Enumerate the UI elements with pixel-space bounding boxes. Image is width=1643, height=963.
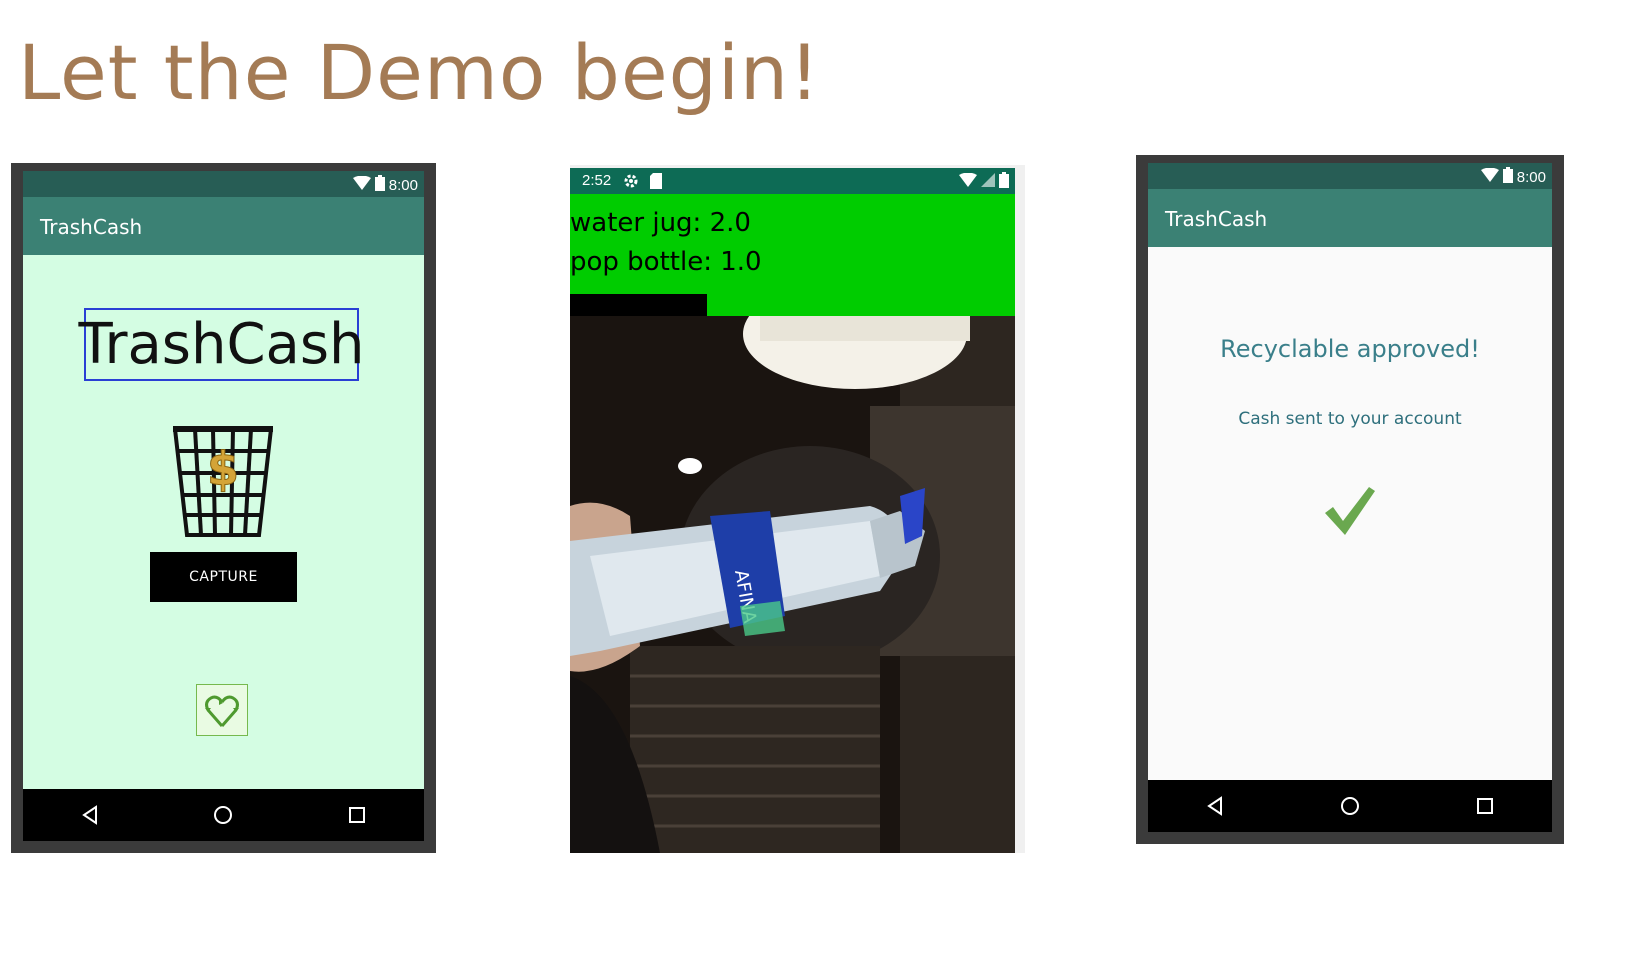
battery-icon	[374, 175, 385, 195]
status-time: 8:00	[1516, 168, 1546, 186]
battery-icon	[1502, 167, 1513, 187]
recents-icon[interactable]	[1465, 786, 1505, 826]
phone-home-screen: 8:00 TrashCash TrashCash $ CAPTURE	[11, 163, 436, 853]
slide-title: Let the Demo begin!	[18, 28, 821, 117]
wifi-icon	[1480, 167, 1499, 186]
approved-message: Recyclable approved!	[1220, 335, 1480, 363]
status-time: 8:00	[388, 176, 418, 194]
back-icon[interactable]	[1195, 786, 1235, 826]
wifi-icon	[959, 172, 977, 191]
back-icon[interactable]	[70, 795, 110, 835]
prediction-overlay	[570, 294, 707, 318]
status-bar: 2:52	[570, 168, 1015, 194]
app-bar: TrashCash	[23, 197, 424, 255]
approval-body: Recyclable approved! Cash sent to your a…	[1148, 247, 1552, 780]
prediction-panel: water jug: 2.0 pop bottle: 1.0	[570, 194, 1015, 318]
brand-title: TrashCash	[78, 308, 365, 381]
settings-icon	[623, 173, 639, 193]
camera-preview: AFINA	[570, 279, 1015, 853]
screen: 8:00 TrashCash Recyclable approved! Cash…	[1148, 163, 1552, 832]
status-bar: 8:00	[23, 171, 424, 197]
home-body: TrashCash $ CAPTURE	[23, 255, 424, 789]
battery-icon	[999, 172, 1009, 192]
home-icon[interactable]	[1330, 786, 1370, 826]
home-icon[interactable]	[203, 795, 243, 835]
nav-bar	[1148, 780, 1552, 832]
app-title: TrashCash	[40, 215, 143, 239]
trash-bin-dollar-icon: $	[172, 423, 274, 538]
checkmark-icon	[1321, 485, 1377, 537]
recycle-heart-icon[interactable]	[196, 684, 248, 736]
status-time: 2:52	[582, 172, 612, 189]
prediction-line: pop bottle: 1.0	[570, 247, 762, 277]
status-bar: 8:00	[1148, 163, 1552, 189]
app-bar: TrashCash	[1148, 189, 1552, 247]
prediction-line: water jug: 2.0	[570, 208, 751, 238]
screen: 2:52 water jug: 2.0 pop bottle: 1.0 AFIN…	[570, 168, 1015, 853]
phone-camera-screen: 2:52 water jug: 2.0 pop bottle: 1.0 AFIN…	[570, 165, 1025, 853]
wifi-icon	[352, 175, 371, 194]
app-title: TrashCash	[1165, 207, 1268, 231]
cash-message: Cash sent to your account	[1238, 409, 1462, 429]
capture-button[interactable]: CAPTURE	[150, 552, 297, 602]
svg-text:$: $	[207, 442, 239, 496]
recents-icon[interactable]	[337, 795, 377, 835]
signal-icon	[981, 173, 995, 191]
screen: 8:00 TrashCash TrashCash $ CAPTURE	[23, 171, 424, 841]
nav-bar	[23, 789, 424, 841]
sd-card-icon	[650, 173, 662, 193]
phone-approval-screen: 8:00 TrashCash Recyclable approved! Cash…	[1136, 155, 1564, 844]
